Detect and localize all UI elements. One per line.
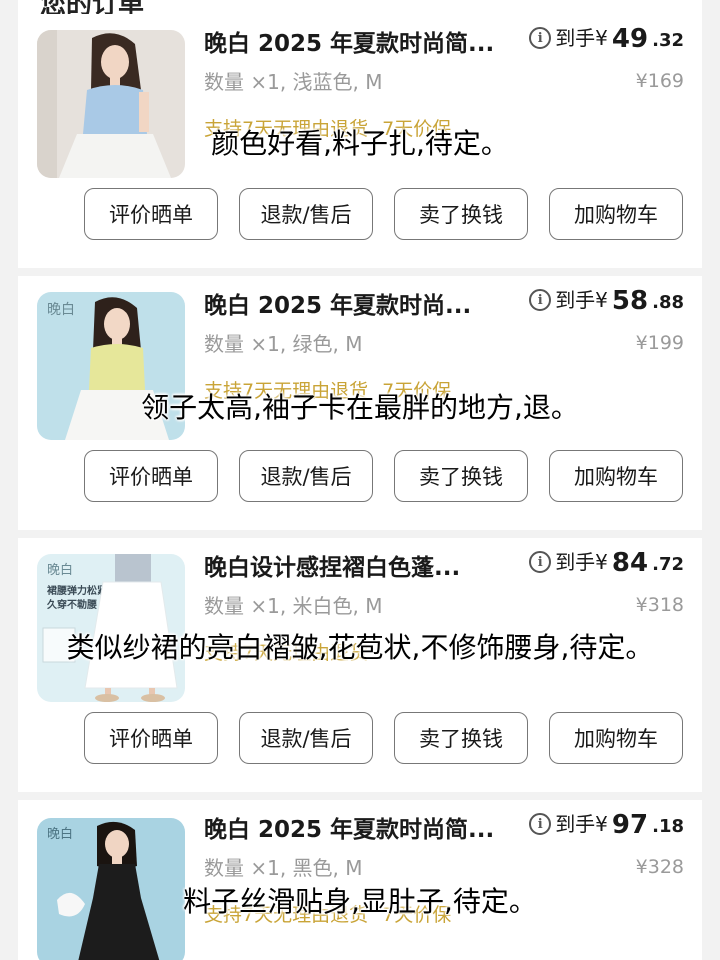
original-price: ¥169 [635,70,684,92]
review-caption-1: 颜色好看,料子扎,待定。 [211,127,509,160]
price-decimal: .72 [652,554,684,575]
refund-button[interactable]: 退款/售后 [239,712,373,764]
price-decimal: .88 [652,292,684,313]
review-button[interactable]: 评价晒单 [84,188,218,240]
info-icon[interactable]: i [529,813,552,835]
product-title[interactable]: 晚白 2025 年夏款时尚... [204,286,516,320]
brand-mark: 晚白 [47,826,73,842]
price-integer: 58 [611,286,649,316]
info-icon[interactable]: i [529,27,552,49]
final-price[interactable]: i 到手¥ 58 .88 [529,284,684,316]
price-prefix: 到手¥ [555,812,608,836]
info-icon[interactable]: i [529,289,552,311]
order-list-page: 您的订单 晚白 2025 年夏款时尚简... i 到手¥ 49 .32 数量 ×… [0,0,720,960]
price-prefix: 到手¥ [555,288,608,312]
price-integer: 49 [611,24,649,54]
thumb-text-1: 裙腰弹力松紧 [47,584,107,597]
add-to-cart-button[interactable]: 加购物车 [549,188,683,240]
review-caption-3: 类似纱裙的亮白褶皱,花苞状,不修饰腰身,待定。 [66,631,654,664]
thumb-text-2: 久穿不勒腰 [46,598,97,611]
action-buttons: 评价晒单 退款/售后 卖了换钱 加购物车 [84,450,684,502]
resell-button[interactable]: 卖了换钱 [394,450,528,502]
section-title-cut: 您的订单 [40,0,144,14]
info-icon[interactable]: i [529,551,552,573]
final-price[interactable]: i 到手¥ 97 .18 [529,808,684,840]
final-price[interactable]: i 到手¥ 49 .32 [529,22,684,54]
product-title[interactable]: 晚白 2025 年夏款时尚简... [204,810,516,844]
price-decimal: .32 [652,30,684,51]
original-price: ¥199 [635,332,684,354]
brand-mark: 晚白 [47,562,73,578]
product-spec: 数量 ×1, 绿色, M [204,332,363,356]
product-title[interactable]: 晚白 2025 年夏款时尚简... [204,24,516,58]
refund-button[interactable]: 退款/售后 [239,450,373,502]
previous-header-strip: 您的订单 [18,0,702,14]
add-to-cart-button[interactable]: 加购物车 [549,712,683,764]
original-price: ¥318 [635,594,684,616]
action-buttons: 评价晒单 退款/售后 卖了换钱 加购物车 [84,712,684,764]
product-spec: 数量 ×1, 浅蓝色, M [204,70,383,94]
original-price: ¥328 [635,856,684,878]
price-integer: 84 [611,548,649,578]
brand-mark: 晚白 [47,302,75,318]
price-prefix: 到手¥ [555,26,608,50]
product-title[interactable]: 晚白设计感捏褶白色蓬... [204,548,516,582]
price-integer: 97 [611,810,649,840]
review-button[interactable]: 评价晒单 [84,712,218,764]
product-spec: 数量 ×1, 米白色, M [204,594,383,618]
price-decimal: .18 [652,816,684,837]
review-button[interactable]: 评价晒单 [84,450,218,502]
price-prefix: 到手¥ [555,550,608,574]
refund-button[interactable]: 退款/售后 [239,188,373,240]
review-caption-2: 领子太高,袖子卡在最胖的地方,退。 [141,391,579,424]
product-spec: 数量 ×1, 黑色, M [204,856,363,880]
final-price[interactable]: i 到手¥ 84 .72 [529,546,684,578]
review-caption-4: 料子丝滑贴身,显肚子,待定。 [183,885,537,918]
action-buttons: 评价晒单 退款/售后 卖了换钱 加购物车 [84,188,684,240]
resell-button[interactable]: 卖了换钱 [394,712,528,764]
add-to-cart-button[interactable]: 加购物车 [549,450,683,502]
resell-button[interactable]: 卖了换钱 [394,188,528,240]
